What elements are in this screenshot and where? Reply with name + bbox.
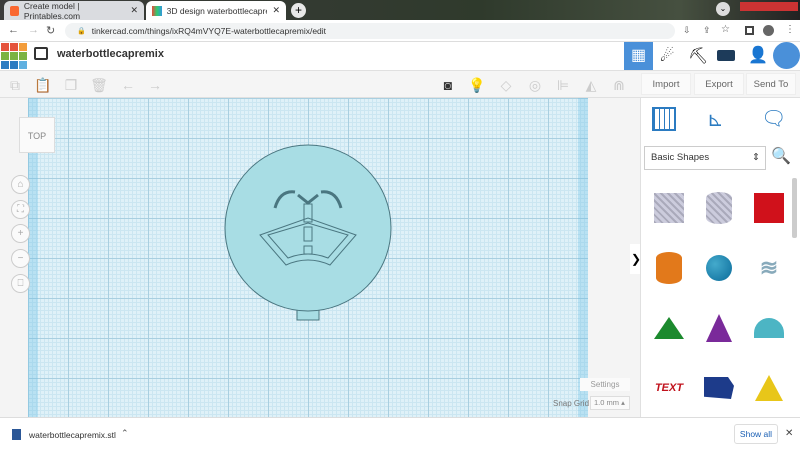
- perspective-button[interactable]: ⎕: [11, 274, 30, 293]
- notes-icon[interactable]: 🗨: [761, 106, 786, 131]
- profile-icon[interactable]: [763, 25, 774, 36]
- download-bar: [0, 417, 800, 452]
- tab-search-button[interactable]: ⌄: [716, 2, 730, 16]
- duplicate-icon[interactable]: ❐: [61, 75, 81, 95]
- close-tab-icon[interactable]: ✕: [272, 5, 280, 16]
- fit-view-button[interactable]: ⛶: [11, 200, 30, 219]
- forward-icon[interactable]: →: [28, 24, 39, 36]
- logo-cell: [1, 61, 9, 69]
- ruler-icon[interactable]: ⊾: [707, 107, 724, 132]
- logo-cell: [10, 52, 18, 60]
- new-tab-button[interactable]: +: [291, 3, 306, 18]
- shape-round-roof[interactable]: [746, 300, 792, 356]
- shape-category-select[interactable]: Basic Shapes ⇕: [644, 146, 766, 170]
- copy-icon[interactable]: ⧉: [5, 75, 25, 95]
- select-arrow-icon: ⇕: [752, 152, 760, 163]
- redo-icon[interactable]: →: [145, 75, 165, 95]
- shape-cylinder[interactable]: [646, 240, 692, 296]
- workplane-icon[interactable]: [652, 107, 676, 131]
- bookmark-star-icon[interactable]: ☆: [721, 24, 730, 35]
- logo-cell: [19, 61, 27, 69]
- undo-icon[interactable]: ←: [118, 75, 138, 95]
- tab-title: 3D design waterbottlecapremix |: [166, 5, 268, 16]
- snap-grid-select[interactable]: 1.0 mm ▴: [590, 396, 630, 410]
- export-button[interactable]: Export: [694, 73, 744, 95]
- view-cube-label: TOP: [27, 131, 47, 141]
- 3d-view-button[interactable]: ▦: [624, 42, 653, 70]
- shape-box-striped[interactable]: [646, 180, 692, 236]
- note-icon[interactable]: ◙: [438, 75, 458, 95]
- light-bulb-icon[interactable]: 💡: [467, 75, 487, 95]
- shape-pyramid[interactable]: [746, 360, 792, 416]
- grid-edge: [578, 98, 588, 417]
- url-input[interactable]: 🔒 tinkercad.com/things/ixRQ4mVYQ7E-waterb…: [65, 23, 675, 39]
- menu-icon[interactable]: ⋮: [785, 24, 795, 35]
- design-menu-icon[interactable]: [34, 47, 48, 60]
- download-filename[interactable]: waterbottlecapremix.stl: [29, 430, 116, 440]
- shape-sphere[interactable]: [696, 240, 742, 296]
- logo-cell: [10, 61, 18, 69]
- tab-tinkercad[interactable]: 3D design waterbottlecapremix | ✕: [146, 1, 286, 20]
- reload-icon[interactable]: ↻: [46, 24, 55, 37]
- panel-scrollbar[interactable]: [792, 178, 797, 238]
- zoom-out-button[interactable]: −: [11, 249, 30, 268]
- shape-roof[interactable]: [646, 300, 692, 356]
- snap-grid-label: Snap Grid: [553, 399, 590, 408]
- paste-icon[interactable]: 📋: [33, 75, 53, 95]
- shape-scribble[interactable]: ≋: [746, 240, 792, 296]
- import-button[interactable]: Import: [641, 73, 691, 95]
- printables-favicon-icon: [10, 5, 19, 16]
- lock-icon: 🔒: [77, 28, 86, 35]
- mirror-icon[interactable]: ◭: [581, 75, 601, 95]
- install-icon[interactable]: ⇩: [683, 25, 691, 36]
- side-panel-icon[interactable]: [745, 26, 754, 35]
- align-icon[interactable]: ⊫: [553, 75, 573, 95]
- close-icon[interactable]: ✕: [785, 428, 793, 439]
- url-text: tinkercad.com/things/ixRQ4mVYQ7E-waterbo…: [91, 26, 327, 36]
- shape-grid: ≋ TEXT: [646, 180, 792, 416]
- zoom-in-button[interactable]: +: [11, 224, 30, 243]
- shape-box[interactable]: [746, 180, 792, 236]
- chevron-up-icon[interactable]: ⌃: [121, 428, 129, 439]
- file-icon: [12, 429, 21, 440]
- bottle-cap-model[interactable]: [200, 140, 400, 330]
- logo-cell: [1, 52, 9, 60]
- close-tab-icon[interactable]: ✕: [130, 5, 138, 16]
- delete-icon[interactable]: 🗑: [89, 75, 109, 95]
- shape-icon[interactable]: ◇: [496, 75, 516, 95]
- group-icon[interactable]: ◎: [525, 75, 545, 95]
- tinkercad-logo[interactable]: [1, 43, 27, 69]
- avatar[interactable]: [773, 42, 800, 69]
- logo-cell: [10, 43, 18, 51]
- shape-cylinder-striped[interactable]: [696, 180, 742, 236]
- tinkercad-favicon-icon: [152, 5, 162, 16]
- logo-cell: [19, 52, 27, 60]
- shape-category-value: Basic Shapes: [651, 152, 710, 163]
- shape-text[interactable]: TEXT: [646, 360, 692, 416]
- codeblocks-icon[interactable]: ☄: [660, 46, 674, 66]
- logo-cell: [19, 43, 27, 51]
- share-icon[interactable]: ⇪: [703, 25, 711, 36]
- bricks-icon[interactable]: [717, 50, 735, 61]
- magnet-icon[interactable]: ⋒: [609, 75, 629, 95]
- pickaxe-icon[interactable]: ⛏: [688, 46, 708, 66]
- window-controls[interactable]: [740, 2, 798, 11]
- logo-cell: [1, 43, 9, 51]
- view-cube[interactable]: TOP: [19, 117, 55, 153]
- settings-button[interactable]: Settings: [580, 378, 630, 391]
- show-all-button[interactable]: Show all: [734, 424, 778, 444]
- tab-printables[interactable]: Create model | Printables.com ✕: [4, 0, 144, 21]
- shape-polygon[interactable]: [696, 360, 742, 416]
- shape-cone[interactable]: [696, 300, 742, 356]
- tab-title: Create model | Printables.com: [23, 0, 81, 21]
- search-icon[interactable]: 🔍: [771, 146, 791, 166]
- home-view-button[interactable]: ⌂: [11, 175, 30, 194]
- back-icon[interactable]: ←: [8, 24, 19, 36]
- send-to-button[interactable]: Send To: [746, 73, 796, 95]
- design-title[interactable]: waterbottlecapremix: [57, 48, 164, 60]
- add-user-icon[interactable]: 👤: [748, 45, 768, 65]
